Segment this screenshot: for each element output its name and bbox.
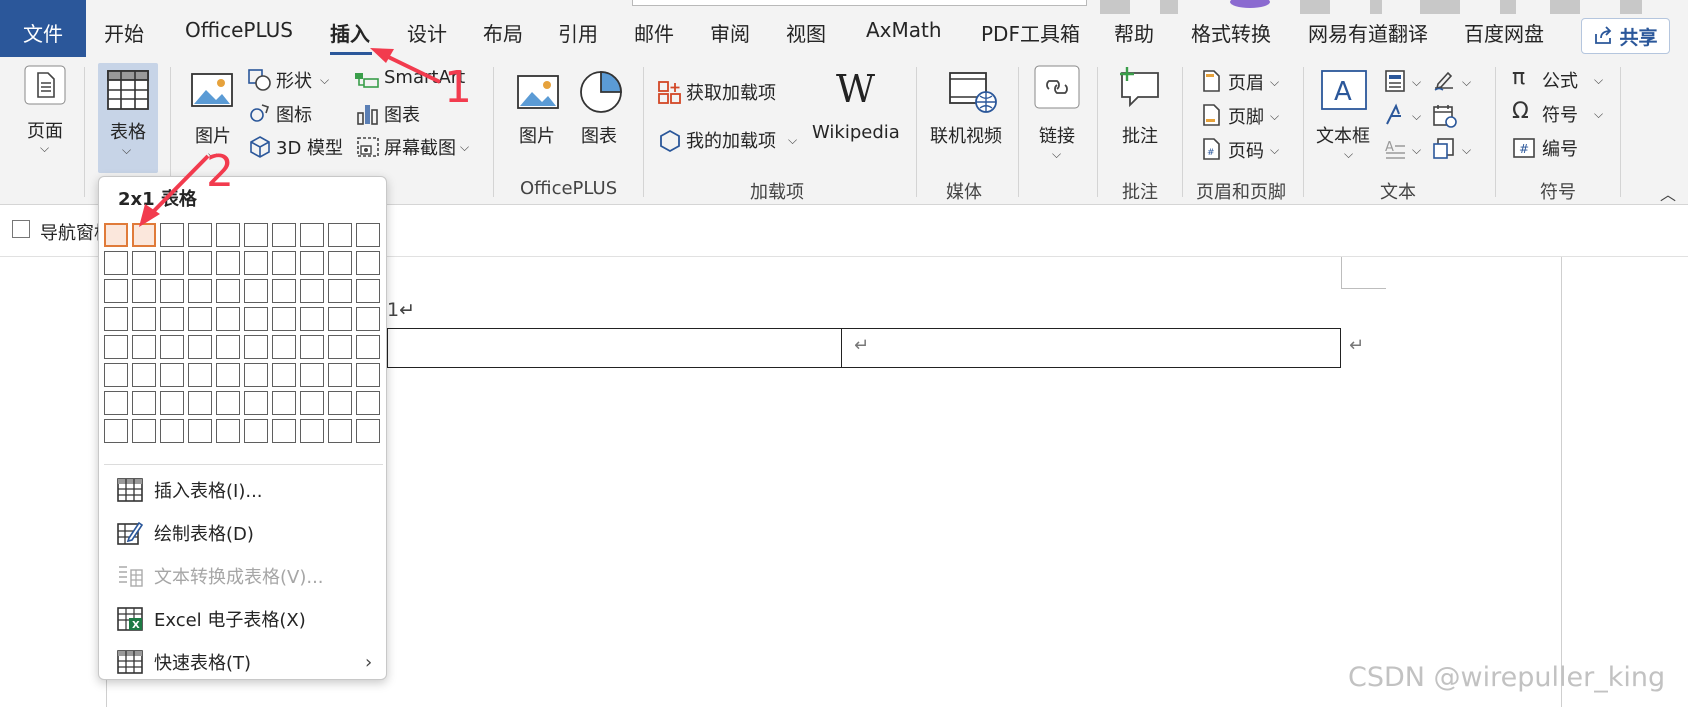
app-window: 文件 开始 OfficePLUS 插入 设计 布局 引用 邮件 审阅 视图 Ax… — [0, 0, 1688, 707]
annotation-arrows — [139, 48, 441, 227]
annotation-number-1: 1 — [444, 62, 472, 113]
watermark: CSDN @wirepuller_king — [1348, 662, 1666, 693]
annotation-arrowhead-1 — [370, 48, 394, 63]
annotation-number-2: 2 — [206, 146, 234, 197]
annotation-arrow-2 — [144, 154, 210, 221]
